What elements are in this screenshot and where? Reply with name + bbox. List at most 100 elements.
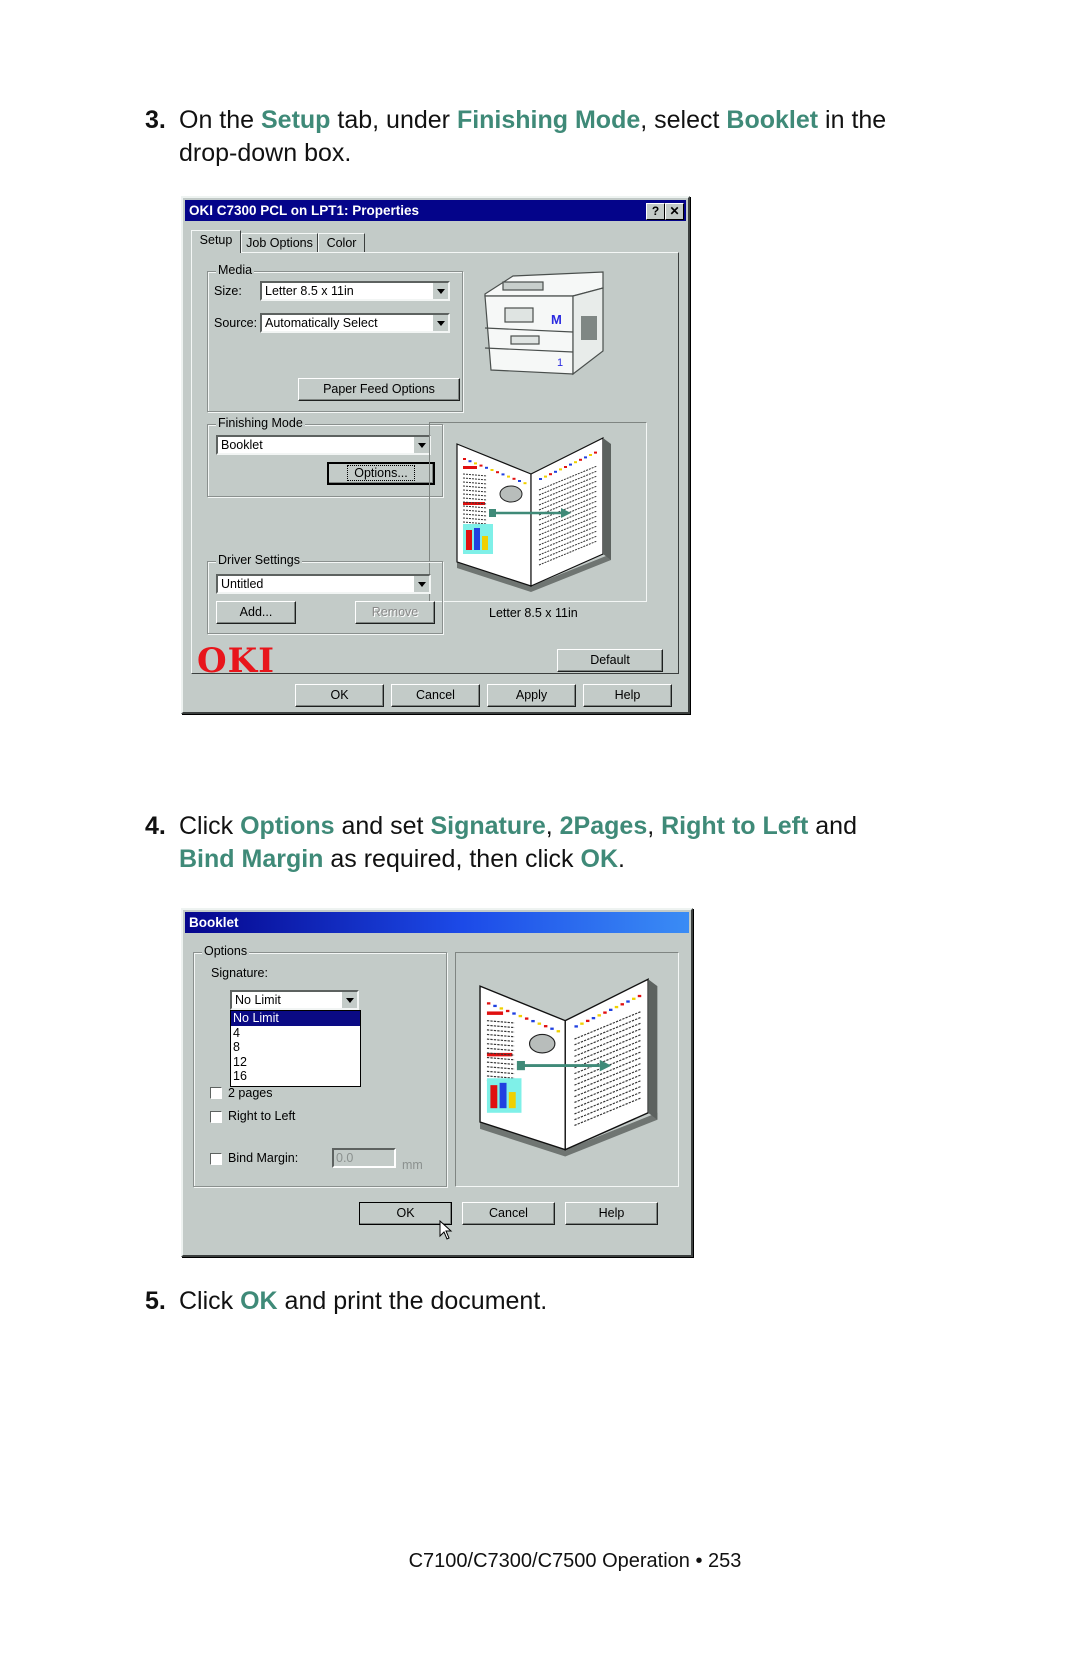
- bind-margin-checkbox[interactable]: [210, 1153, 222, 1165]
- page-footer: C7100/C7300/C7500 Operation • 253: [408, 1550, 742, 1572]
- decor-dot: [518, 1014, 523, 1018]
- step-number: 3.: [145, 106, 166, 134]
- close-icon[interactable]: ✕: [665, 203, 684, 220]
- highlighted-term: Options: [240, 812, 335, 840]
- properties-title: OKI C7300 PCL on LPT1: Properties: [189, 203, 420, 218]
- decor-dot: [589, 454, 592, 456]
- decor-dot: [637, 994, 642, 998]
- chevron-down-icon[interactable]: [413, 437, 429, 453]
- book-spine-shadow: [648, 979, 658, 1120]
- help-button[interactable]: Help: [583, 684, 672, 707]
- chart-bar-yellow: [482, 536, 488, 550]
- paper-feed-options-button[interactable]: Paper Feed Options: [298, 378, 460, 401]
- tab-job-options[interactable]: Job Options: [241, 233, 318, 253]
- apply-button[interactable]: Apply: [487, 684, 576, 707]
- right-to-left-checkbox[interactable]: [210, 1111, 222, 1123]
- signature-value: No Limit: [235, 993, 281, 1007]
- signature-option[interactable]: 4: [231, 1026, 360, 1041]
- bind-margin-spinner[interactable]: 0.0: [332, 1148, 396, 1168]
- instruction-text: ,: [545, 812, 560, 840]
- decor-dot: [594, 451, 597, 454]
- signature-option[interactable]: 16: [231, 1069, 360, 1084]
- step-number: 4.: [145, 812, 166, 840]
- two-pages-checkbox[interactable]: [210, 1087, 222, 1099]
- highlighted-term: Right to Left: [661, 812, 809, 840]
- properties-dialog: OKI C7300 PCL on LPT1: Properties ? ✕ Se…: [181, 196, 690, 714]
- decor-dot: [523, 482, 527, 485]
- source-dropdown[interactable]: Automatically Select: [260, 313, 450, 333]
- instruction-text: drop-down box.: [179, 139, 352, 167]
- decor-dot: [485, 466, 488, 469]
- step-3: 3. On the Setup tab, under Finishing Mode…: [145, 104, 945, 170]
- decor-dot: [512, 1012, 516, 1015]
- instruction-text: .: [618, 845, 625, 873]
- decor-dot: [584, 456, 587, 459]
- printer-side-panel: [581, 316, 597, 340]
- bird-graphic: [499, 485, 523, 503]
- decor-dot: [501, 473, 505, 476]
- cancel-button[interactable]: Cancel: [391, 684, 480, 707]
- finishing-mode-dropdown[interactable]: Booklet: [216, 435, 431, 455]
- decor-dot: [574, 461, 577, 464]
- decor-dot: [463, 458, 466, 460]
- signature-options-list[interactable]: No Limit 4 8 12 16: [230, 1010, 361, 1087]
- decor-dot: [554, 470, 557, 473]
- driver-settings-dropdown[interactable]: Untitled: [216, 574, 431, 594]
- signature-dropdown[interactable]: No Limit: [230, 990, 359, 1010]
- chevron-down-icon[interactable]: [413, 576, 429, 592]
- default-button[interactable]: Default: [557, 649, 663, 672]
- booklet-title-bar[interactable]: Booklet: [185, 912, 689, 933]
- remove-button[interactable]: Remove: [355, 601, 435, 624]
- decor-dot: [556, 1030, 561, 1033]
- highlighted-term: OK: [240, 1287, 278, 1315]
- signature-option[interactable]: No Limit: [231, 1011, 360, 1026]
- right-to-left-label: Right to Left: [228, 1109, 296, 1123]
- decor-dot: [518, 480, 521, 482]
- bind-margin-label: Bind Margin:: [228, 1151, 299, 1165]
- instruction-text: tab, under: [330, 106, 457, 134]
- decor-dot: [585, 1019, 590, 1023]
- ok-button[interactable]: OK: [295, 684, 384, 707]
- decor-dot: [496, 471, 499, 474]
- tab-job-options-label: Job Options: [246, 236, 313, 250]
- bind-margin-value: 0.0: [336, 1151, 354, 1165]
- decor-dot: [486, 1002, 491, 1005]
- size-dropdown[interactable]: Letter 8.5 x 11in: [260, 281, 450, 301]
- decor-dot: [531, 1019, 535, 1023]
- signature-option[interactable]: 8: [231, 1040, 360, 1055]
- tab-setup-label: Setup: [199, 233, 233, 247]
- booklet-ok-label: OK: [396, 1206, 415, 1220]
- booklet-cancel-button[interactable]: Cancel: [462, 1202, 555, 1225]
- decor-dot: [539, 478, 542, 480]
- properties-title-bar[interactable]: OKI C7300 PCL on LPT1: Properties ? ✕: [185, 200, 686, 221]
- decor-dot: [564, 466, 567, 468]
- options-group-label: Options: [202, 944, 250, 958]
- mouse-cursor-icon: [439, 1220, 453, 1240]
- decor-dot: [603, 1011, 607, 1014]
- step-number: 5.: [145, 1287, 166, 1315]
- decor-dot: [493, 1004, 497, 1008]
- size-label: Size:: [214, 284, 242, 298]
- tab-color[interactable]: Color: [318, 233, 365, 253]
- highlighted-term: Finishing Mode: [456, 106, 641, 134]
- instruction-text: in the: [818, 106, 887, 134]
- chevron-down-icon[interactable]: [341, 992, 357, 1008]
- booklet-title: Booklet: [189, 915, 239, 930]
- chevron-down-icon[interactable]: [432, 315, 448, 331]
- highlighted-term: OK: [580, 845, 619, 873]
- tab-color-label: Color: [326, 236, 357, 250]
- booklet-help-button[interactable]: Help: [565, 1202, 658, 1225]
- size-value: Letter 8.5 x 11in: [265, 284, 354, 298]
- tab-setup[interactable]: Setup: [191, 230, 241, 253]
- instruction-text: and print the document.: [277, 1287, 548, 1315]
- step-5: 5. Click OK and print the document.: [145, 1285, 945, 1318]
- chevron-down-icon[interactable]: [432, 283, 448, 299]
- signature-option[interactable]: 12: [231, 1055, 360, 1070]
- highlighted-term: Setup: [261, 106, 331, 134]
- step-4-line-2: Bind Margin as required, then click OK.: [145, 843, 945, 876]
- options-button[interactable]: Options...: [327, 462, 435, 485]
- add-button[interactable]: Add...: [216, 601, 296, 624]
- help-icon[interactable]: ?: [646, 203, 665, 220]
- two-pages-label: 2 pages: [228, 1086, 273, 1100]
- decor-dot: [544, 475, 547, 478]
